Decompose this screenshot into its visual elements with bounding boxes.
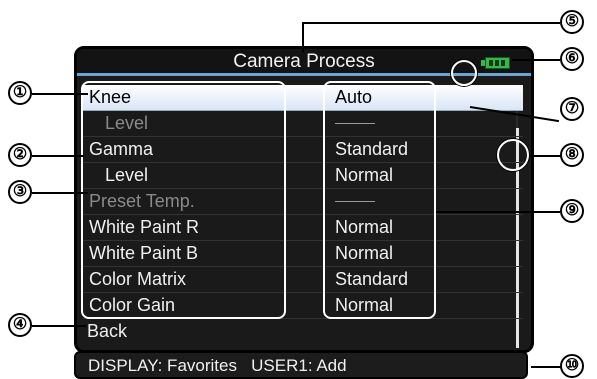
leader-line-1 [32, 93, 88, 95]
leader-line-5 [302, 22, 560, 24]
callout-1: ① [8, 81, 32, 105]
item-value-highlight-box [323, 81, 436, 319]
battery-icon [485, 57, 510, 69]
menu-item-label: Back [87, 321, 128, 341]
callout-3: ③ [8, 180, 32, 204]
item-name-highlight-box [81, 81, 286, 319]
button-guide-text: DISPLAY: Favorites USER1: Add [88, 356, 347, 375]
callout-2: ② [8, 143, 32, 167]
leader-line-10 [531, 366, 561, 368]
callout-7: ⑦ [560, 97, 584, 121]
ring-marker-7 [451, 60, 477, 86]
button-guide-bar: DISPLAY: Favorites USER1: Add [74, 351, 528, 379]
callout-5: ⑤ [560, 10, 584, 34]
camera-menu-screen: Camera Process Knee Auto Level Gamma Sta… [74, 46, 534, 353]
callout-6: ⑥ [560, 47, 584, 71]
leader-line-4 [32, 325, 86, 327]
leader-line-2 [32, 155, 84, 157]
leader-line-5-drop [302, 22, 304, 52]
callout-8: ⑧ [560, 143, 584, 167]
callout-9: ⑨ [560, 199, 584, 223]
ring-marker-8 [497, 139, 529, 171]
leader-line-6 [512, 59, 560, 61]
callout-4: ④ [8, 313, 32, 337]
leader-line-3 [32, 192, 88, 194]
menu-item-back[interactable]: Back [83, 319, 523, 344]
callout-10: ⑩ [560, 354, 584, 378]
leader-line-9 [436, 211, 560, 213]
leader-line-8 [529, 155, 561, 157]
